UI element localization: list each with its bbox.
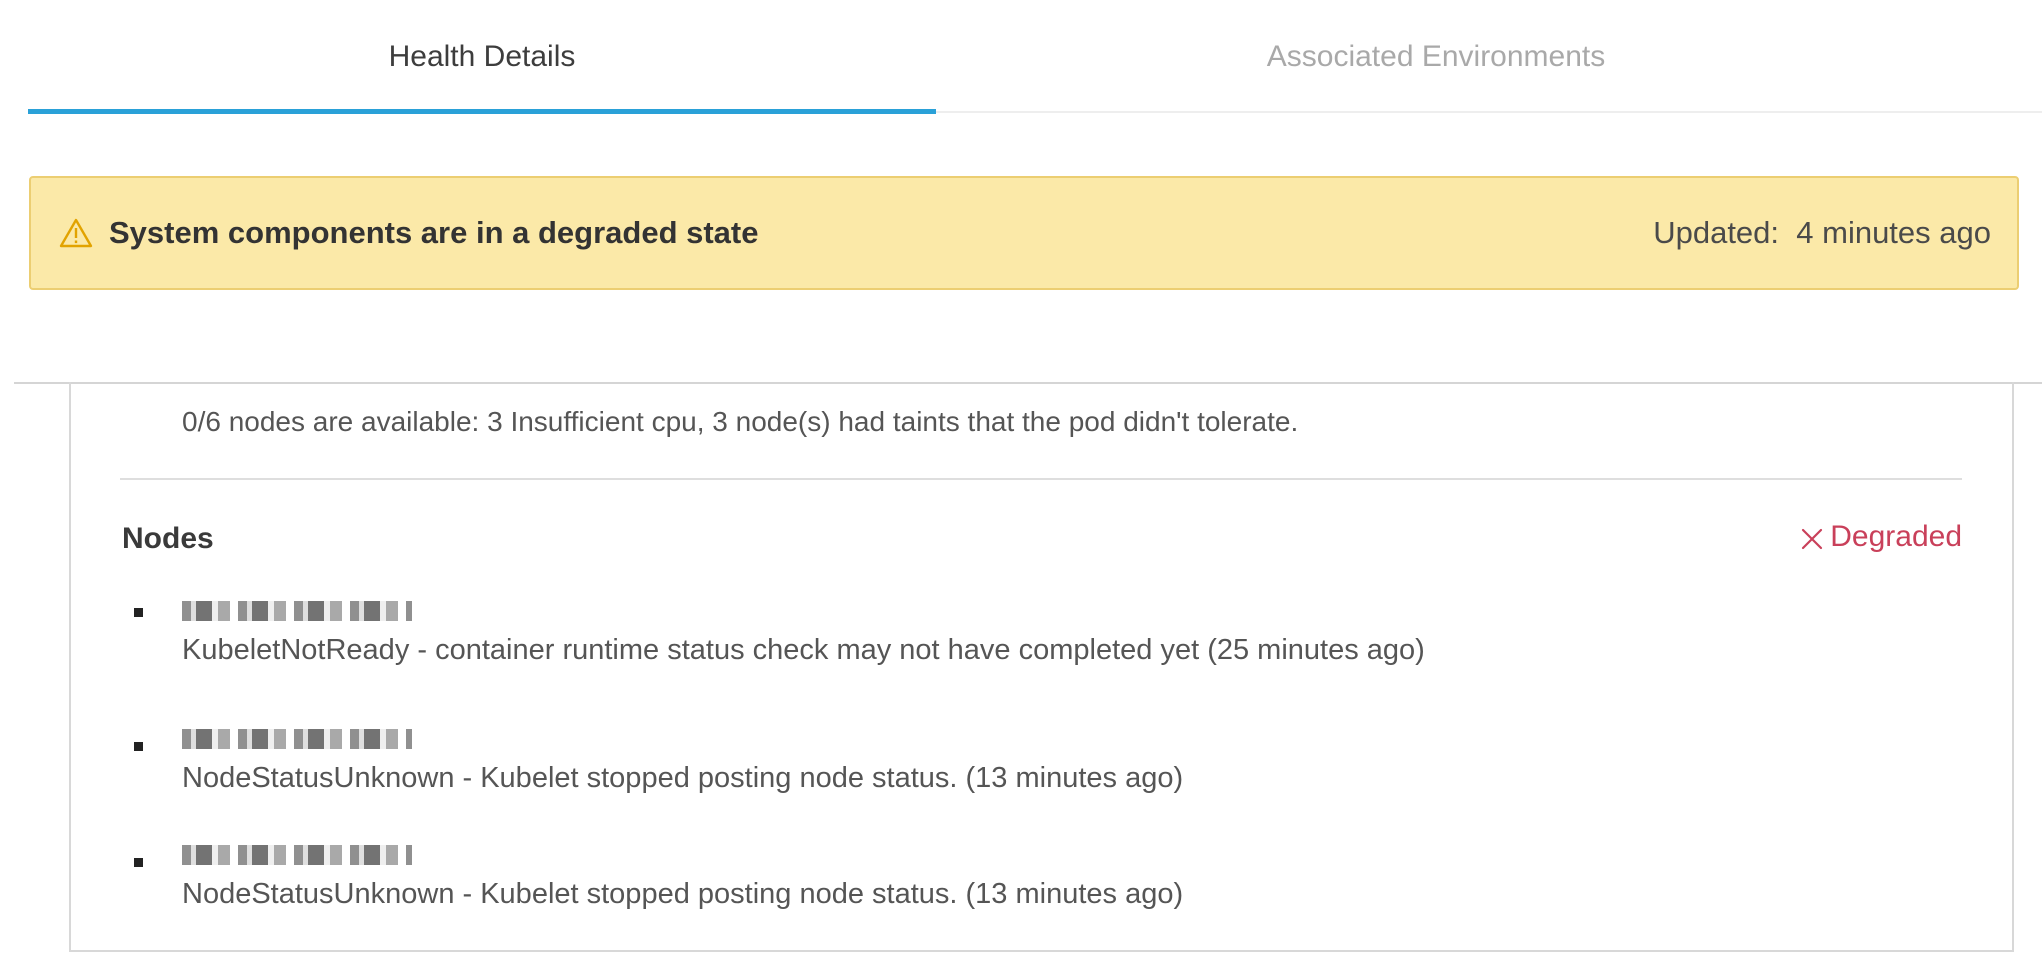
health-details-panel: 0/6 nodes are available: 3 Insufficient …: [14, 382, 2042, 976]
node-list-item: KubeletNotReady - container runtime stat…: [134, 596, 1934, 712]
tab-bar: Health Details Associated Environments: [28, 0, 2042, 114]
node-condition-message: NodeStatusUnknown - Kubelet stopped post…: [182, 878, 1184, 910]
alert-updated-value: 4 minutes ago: [1796, 215, 1991, 250]
alert-updated-label: Updated:: [1653, 215, 1780, 250]
section-divider: [120, 478, 1962, 480]
list-bullet: [134, 858, 143, 867]
x-icon: [1800, 525, 1824, 550]
node-condition-message: KubeletNotReady - container runtime stat…: [182, 634, 1425, 666]
warning-triangle-icon: [59, 218, 93, 248]
alert-message-group: System components are in a degraded stat…: [59, 215, 759, 251]
nodes-status-badge: Degraded: [1800, 520, 1962, 554]
node-name-redacted: [182, 724, 412, 754]
list-bullet: [134, 742, 143, 751]
redacted-node-address: [182, 845, 412, 865]
tab-associated-environments-label: Associated Environments: [1266, 40, 1606, 73]
degraded-alert-banner: System components are in a degraded stat…: [29, 176, 2019, 290]
node-name-redacted: [182, 596, 412, 626]
list-bullet: [134, 608, 143, 617]
scheduling-message: 0/6 nodes are available: 3 Insufficient …: [182, 406, 1299, 437]
tab-bar-divider: [936, 111, 2042, 113]
node-name-redacted: [182, 840, 412, 870]
node-list: KubeletNotReady - container runtime stat…: [134, 596, 1934, 944]
tab-health-details-label: Health Details: [388, 40, 576, 73]
tab-associated-environments[interactable]: Associated Environments: [936, 0, 1936, 114]
alert-title: System components are in a degraded stat…: [109, 215, 759, 250]
redacted-node-address: [182, 601, 412, 621]
alert-updated-timestamp: Updated: 4 minutes ago: [1653, 215, 1991, 251]
redacted-node-address: [182, 729, 412, 749]
node-list-item: NodeStatusUnknown - Kubelet stopped post…: [134, 828, 1934, 944]
nodes-status-text: Degraded: [1830, 520, 1962, 553]
node-condition-message: NodeStatusUnknown - Kubelet stopped post…: [182, 762, 1184, 794]
nodes-section-title: Nodes: [122, 522, 214, 555]
node-list-item: NodeStatusUnknown - Kubelet stopped post…: [134, 712, 1934, 828]
tab-health-details[interactable]: Health Details: [28, 0, 936, 114]
